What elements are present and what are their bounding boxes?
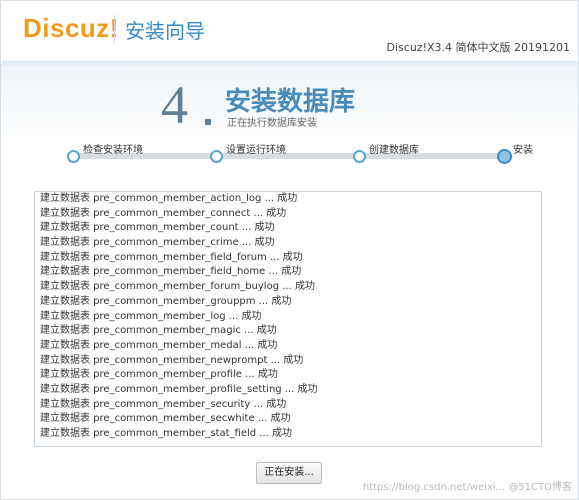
progress-node-check-env <box>67 150 80 163</box>
installer-window: Discuz! 安装向导 Discuz!X3.4 简体中文版 20191201 … <box>0 0 579 500</box>
discuz-logo: Discuz! <box>23 13 119 43</box>
step-subtitle: 正在执行数据库安装 <box>227 118 317 129</box>
version-label: Discuz!X3.4 简体中文版 20191201 <box>386 41 570 54</box>
install-log[interactable]: 建立数据表 pre_common_member_action_log ... 成… <box>34 191 542 447</box>
progress-label-check-env: 检查安装环境 <box>83 145 143 156</box>
log-line: 建立数据表 pre_common_member_magic ... 成功 <box>40 325 277 337</box>
log-line: 建立数据表 pre_common_member_stat_field ... 成… <box>40 428 293 439</box>
header: Discuz! 安装向导 Discuz!X3.4 简体中文版 20191201 <box>1 1 578 61</box>
progress-node-setup-env <box>210 150 223 163</box>
step-number: 4 <box>161 75 188 135</box>
installing-button[interactable]: 正在安装... <box>256 462 322 484</box>
progress-node-create-db <box>353 150 366 163</box>
log-line: 建立数据表 pre_common_member_forum_buylog ...… <box>40 281 315 293</box>
progress-label-setup-env: 设置运行环境 <box>226 145 286 156</box>
log-line: 建立数据表 pre_common_member_crime ... 成功 <box>40 237 275 249</box>
log-line: 建立数据表 pre_common_member_profile ... 成功 <box>40 369 278 381</box>
log-line: 建立数据表 pre_common_member_newprompt ... 成功 <box>40 354 304 366</box>
progress-node-install <box>497 149 512 164</box>
log-line: 建立数据表 pre_common_member_log ... 成功 <box>40 310 262 322</box>
log-line: 建立数据表 pre_common_member_action_log ... 成… <box>40 193 298 204</box>
log-line: 建立数据表 pre_common_member_secwhite ... 成功 <box>40 413 291 425</box>
log-line: 建立数据表 pre_common_member_count ... 成功 <box>40 222 275 234</box>
log-line: 建立数据表 pre_common_member_profile_setting … <box>40 383 318 395</box>
log-line: 建立数据表 pre_common_member_grouppm ... 成功 <box>40 295 292 307</box>
log-line: 建立数据表 pre_common_member_field_forum ... … <box>40 251 303 263</box>
step-number-dot <box>205 119 211 125</box>
log-line: 建立数据表 pre_common_member_connect ... 成功 <box>40 207 287 219</box>
log-line: 建立数据表 pre_common_member_medal ... 成功 <box>40 339 278 351</box>
log-line: 建立数据表 pre_common_member_field_home ... 成… <box>40 266 302 278</box>
watermark: https://blog.csdn.net/weixi... @51CTO博客 <box>362 482 572 493</box>
header-divider <box>114 15 115 43</box>
progress-label-create-db: 创建数据库 <box>369 145 419 156</box>
log-line: 建立数据表 pre_common_member_security ... 成功 <box>40 398 287 410</box>
step-title: 安装数据库 <box>225 87 356 117</box>
header-title: 安装向导 <box>125 19 205 43</box>
progress-label-install: 安装 <box>513 145 533 156</box>
